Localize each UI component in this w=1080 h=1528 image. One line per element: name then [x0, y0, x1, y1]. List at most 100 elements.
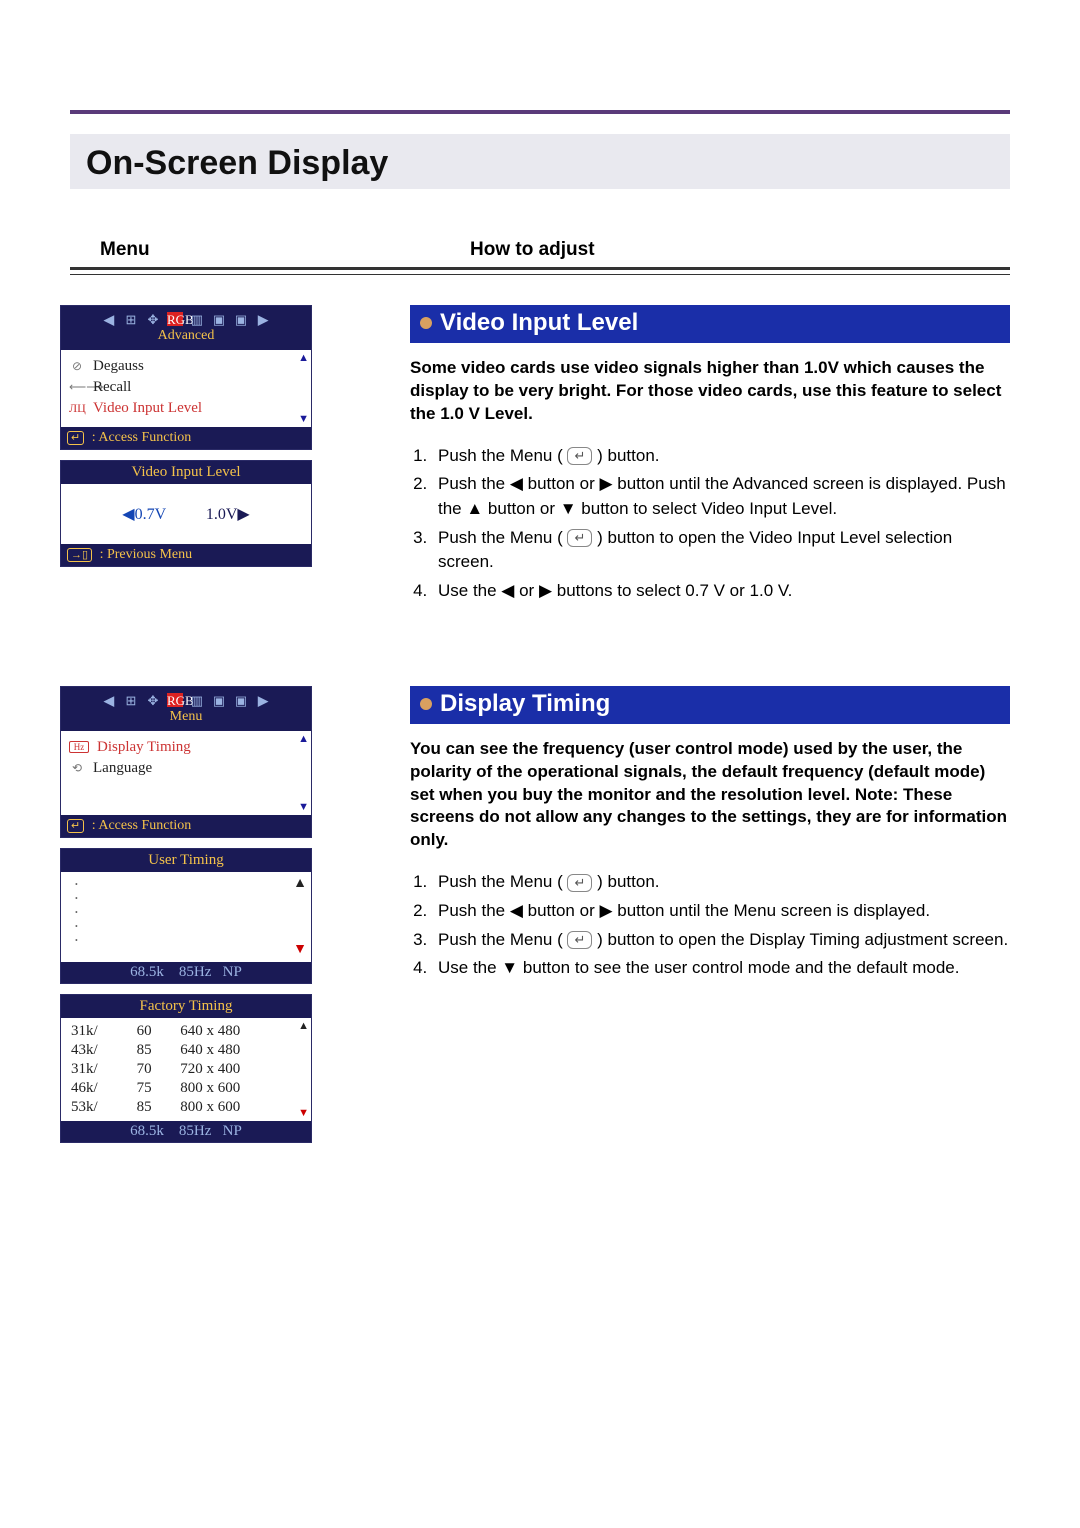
user-timing-area: ••••• ▲▼ — [61, 872, 311, 962]
degauss-icon: ⊘ — [69, 359, 85, 374]
table-row: 31k/70720 x 400 — [67, 1060, 305, 1079]
osd-value-panel: Video Input Level ◀0.7V 1.0V▶ →▯ : Previ… — [60, 460, 312, 567]
recall-icon: ⟵⟶ — [69, 380, 85, 395]
osd-category-icons: ◀ ⊞ ✥ RGB ▥ ▣ ▣ ▶ — [61, 310, 311, 328]
brightness-icon: ✥ — [145, 693, 161, 707]
osd-item-label: Display Timing — [97, 739, 191, 756]
menu-icon: ▣ — [233, 693, 249, 707]
page-title: On-Screen Display — [86, 144, 994, 183]
video-input-icon: ЛЦ — [69, 401, 85, 416]
osd-item-label: Language — [93, 760, 152, 777]
table-row: 31k/60640 x 480 — [67, 1022, 305, 1041]
step-3: Push the Menu ( ↵ ) button to open the V… — [432, 524, 1010, 577]
value-1-0v[interactable]: 1.0V — [206, 506, 238, 523]
menu-button-icon: ↵ — [567, 874, 592, 892]
user-timing-title: User Timing — [61, 849, 311, 872]
table-row: 53k/85800 x 600 — [67, 1098, 305, 1117]
col-howto: How to adjust — [470, 239, 1006, 261]
step-4: Use the ▼ button to see the user control… — [432, 954, 1010, 983]
geometry-icon: ▣ — [211, 312, 227, 326]
section-intro: Some video cards use video signals highe… — [410, 357, 1010, 426]
hz-icon: Hz — [69, 741, 89, 753]
osd-item-video-input-level[interactable]: ЛЦ Video Input Level — [69, 398, 303, 419]
position-icon: ⊞ — [123, 693, 139, 707]
step-2: Push the ◀ button or ▶ button until the … — [432, 470, 1010, 523]
step-1: Push the Menu ( ↵ ) button. — [432, 868, 1010, 897]
steps-list: Push the Menu ( ↵ ) button. Push the ◀ b… — [410, 442, 1010, 606]
osd-item-list: ⊘ Degauss ⟵⟶ Recall ЛЦ Video Input Level… — [61, 350, 311, 427]
section-title: Video Input Level — [440, 309, 638, 337]
right-arrow-icon: ▶ — [237, 506, 249, 523]
section-header-display-timing: Display Timing — [410, 686, 1010, 724]
language-icon: ⟲ — [69, 761, 85, 776]
step-2: Push the ◀ button or ▶ button until the … — [432, 897, 1010, 926]
osd-advanced-panel: ◀ ⊞ ✥ RGB ▥ ▣ ▣ ▶ Advanced ⊘ Degauss — [60, 305, 312, 450]
bullet-icon — [420, 698, 432, 710]
user-timing-status: 68.5k 85Hz NP — [61, 962, 311, 983]
divider-thin — [70, 274, 1010, 275]
scroll-down-icon[interactable]: ▼ — [293, 942, 307, 958]
scroll-down-icon[interactable]: ▼ — [298, 1107, 309, 1119]
value-0-7v[interactable]: 0.7V — [135, 506, 166, 523]
col-menu: Menu — [100, 239, 470, 261]
bullet-icon — [420, 317, 432, 329]
steps-list: Push the Menu ( ↵ ) button. Push the ◀ b… — [410, 868, 1010, 983]
osd-user-timing-panel: User Timing ••••• ▲▼ 68.5k 85Hz NP — [60, 848, 312, 984]
osd-prev-text: Previous Menu — [107, 547, 192, 562]
menu-button-icon: ↵ — [567, 447, 592, 465]
size-icon: ▥ — [189, 693, 205, 707]
divider-top — [70, 110, 1010, 114]
divider-bold — [70, 267, 1010, 270]
menu-button-icon: ↵ — [567, 931, 592, 949]
exit-icon: →▯ — [67, 548, 92, 562]
factory-timing-status: 68.5k 85Hz NP — [61, 1121, 311, 1142]
osd-category-label: Menu — [61, 709, 311, 729]
step-1: Push the Menu ( ↵ ) button. — [432, 442, 1010, 471]
osd-menu-panel: ◀ ⊞ ✥ RGB ▥ ▣ ▣ ▶ Menu Hz Display Timing — [60, 686, 312, 838]
right-arrow-icon: ▶ — [255, 693, 271, 707]
osd-value-row: ◀0.7V 1.0V▶ — [61, 484, 311, 544]
title-bar: On-Screen Display — [70, 134, 1010, 189]
menu-button-icon: ↵ — [567, 529, 592, 547]
step-4: Use the ◀ or ▶ buttons to select 0.7 V o… — [432, 577, 1010, 606]
geometry-icon: ▣ — [211, 693, 227, 707]
position-icon: ⊞ — [123, 312, 139, 326]
brightness-icon: ✥ — [145, 312, 161, 326]
osd-item-recall[interactable]: ⟵⟶ Recall — [69, 377, 303, 398]
enter-icon: ↵ — [67, 431, 84, 445]
color-icon: RGB — [167, 693, 183, 707]
factory-timing-table: 31k/60640 x 480 43k/85640 x 480 31k/7072… — [61, 1018, 311, 1121]
column-headers: Menu How to adjust — [70, 239, 1010, 267]
menu-icon: ▣ — [233, 312, 249, 326]
left-arrow-icon: ◀ — [101, 693, 117, 707]
osd-item-list: Hz Display Timing ⟲ Language ▲▼ — [61, 731, 311, 815]
size-icon: ▥ — [189, 312, 205, 326]
osd-access-hint: ↵ : Access Function — [61, 427, 311, 449]
osd-item-label: Degauss — [93, 358, 144, 375]
osd-factory-timing-panel: Factory Timing 31k/60640 x 480 43k/85640… — [60, 994, 312, 1143]
osd-item-language[interactable]: ⟲ Language — [69, 758, 303, 779]
factory-timing-title: Factory Timing — [61, 995, 311, 1018]
section-header-video-input: Video Input Level — [410, 305, 1010, 343]
section-title: Display Timing — [440, 690, 610, 718]
color-icon: RGB — [167, 312, 183, 326]
left-arrow-icon: ◀ — [101, 312, 117, 326]
table-row: 43k/85640 x 480 — [67, 1041, 305, 1060]
table-row: 46k/75800 x 600 — [67, 1079, 305, 1098]
right-arrow-icon: ▶ — [255, 312, 271, 326]
osd-hint-text: Access Function — [98, 818, 191, 833]
section-intro: You can see the frequency (user control … — [410, 738, 1010, 853]
osd-value-title: Video Input Level — [61, 461, 311, 484]
left-arrow-icon: ◀ — [122, 506, 134, 523]
osd-category-label: Advanced — [61, 328, 311, 348]
osd-item-display-timing[interactable]: Hz Display Timing — [69, 737, 303, 758]
osd-previous-hint: →▯ : Previous Menu — [61, 544, 311, 566]
enter-icon: ↵ — [67, 819, 84, 833]
scroll-up-icon[interactable]: ▲ — [298, 1020, 309, 1032]
scroll-up-icon[interactable]: ▲ — [293, 876, 307, 892]
osd-item-label: Recall — [93, 379, 131, 396]
osd-item-degauss[interactable]: ⊘ Degauss — [69, 356, 303, 377]
osd-category-icons: ◀ ⊞ ✥ RGB ▥ ▣ ▣ ▶ — [61, 691, 311, 709]
osd-hint-text: Access Function — [98, 430, 191, 445]
step-3: Push the Menu ( ↵ ) button to open the D… — [432, 926, 1010, 955]
